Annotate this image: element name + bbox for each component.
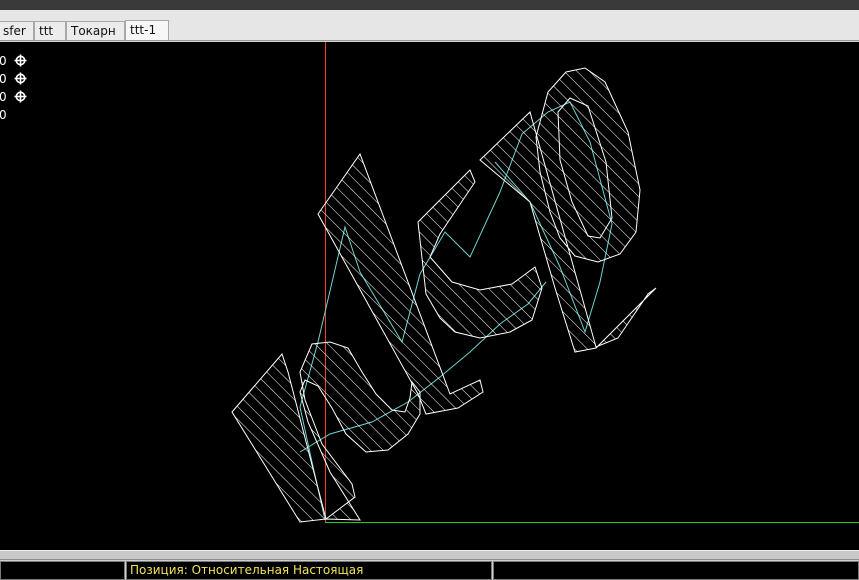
tab-sfer[interactable]: sfer [0,21,34,40]
move-cross-icon[interactable] [14,90,27,103]
drawing-canvas[interactable] [0,42,859,550]
tab-tokarn[interactable]: Токарн [66,21,125,40]
tab-ttt[interactable]: ttt [34,21,66,40]
cad-viewport[interactable]: 0 0 0 0 [0,42,859,550]
tab-label: sfer [3,24,26,38]
panel-splitter[interactable] [0,550,859,560]
coordinate-value: 0 [0,108,7,122]
document-tab-strip: sfer ttt Токарн ttt-1 [0,10,859,41]
tab-ttt-1[interactable]: ttt-1 [125,20,169,40]
move-cross-icon[interactable] [14,54,27,67]
coordinate-value: 0 [0,72,7,86]
window-top-bar [0,0,859,10]
tab-label: Токарн [71,24,116,38]
tab-label: ttt-1 [130,23,157,37]
move-cross-icon[interactable] [14,72,27,85]
status-bar: Позиция: Относительная Настоящая [0,560,859,580]
coordinate-value: 0 [0,90,7,104]
status-cell-left [0,561,125,580]
coordinate-value: 0 [0,54,7,68]
tab-label: ttt [39,24,54,38]
status-position-mode: Позиция: Относительная Настоящая [126,561,492,580]
status-cell-right [493,561,859,580]
